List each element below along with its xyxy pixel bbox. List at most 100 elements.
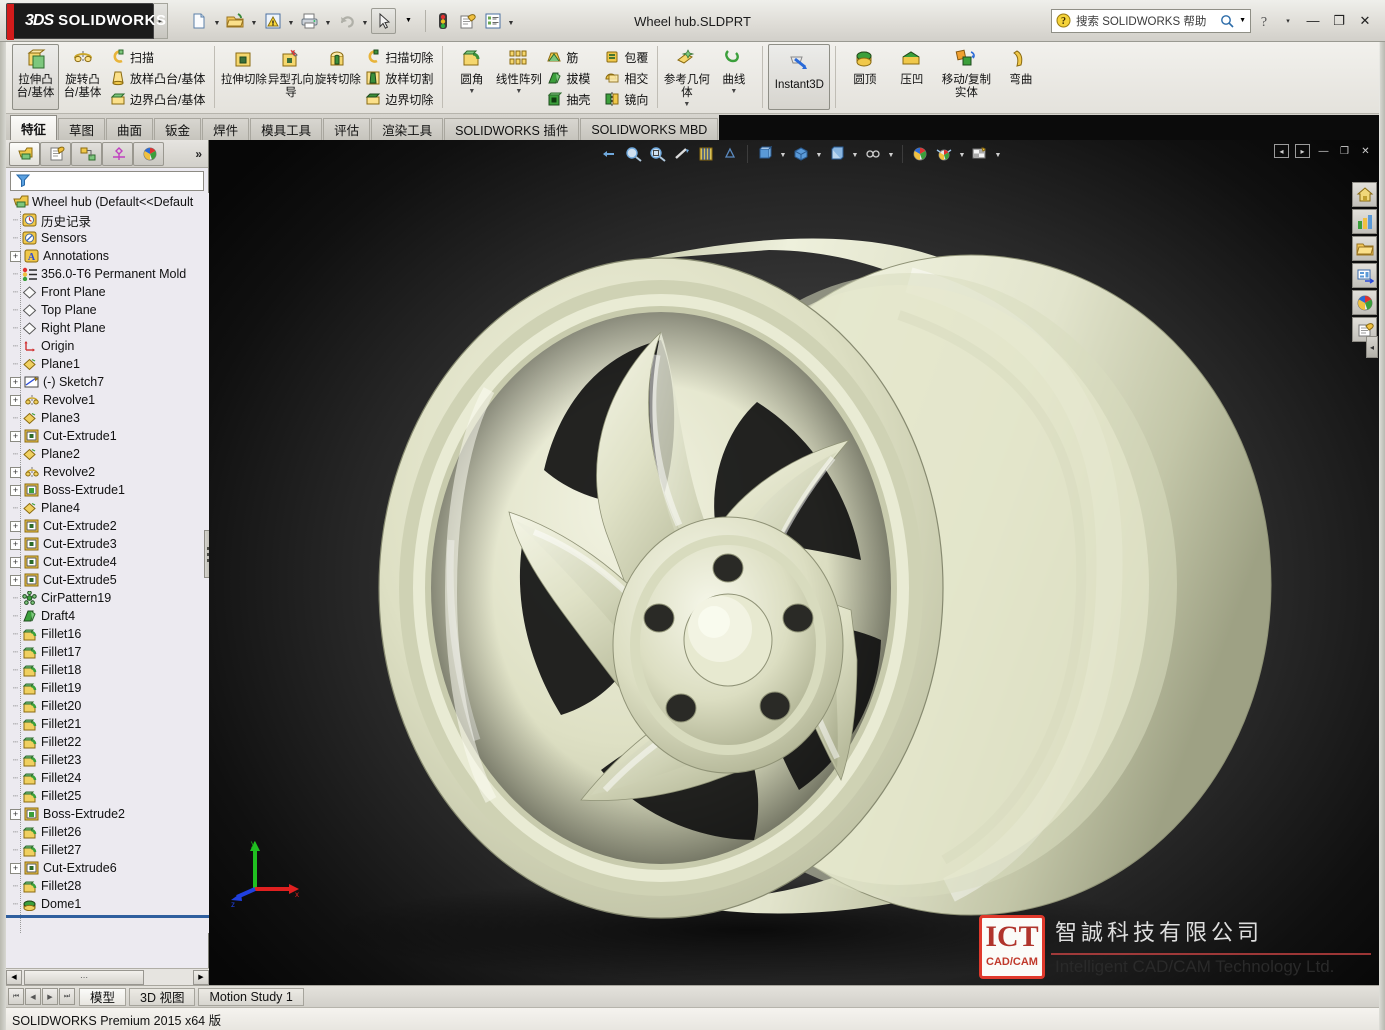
feature-tree-item[interactable]: ┄ Fillet28: [10, 877, 209, 895]
feature-tree-item[interactable]: ┄ Fillet16: [10, 625, 209, 643]
tab-mold-tools[interactable]: 模具工具: [250, 118, 323, 140]
scroll-right-arrow-icon[interactable]: ▶: [193, 969, 209, 985]
view-palette-button[interactable]: [1352, 263, 1377, 288]
reference-geometry-button[interactable]: 参考几何体 ▼: [663, 44, 710, 110]
new-document-caret-icon[interactable]: ▼: [211, 8, 223, 34]
feature-tree-item[interactable]: ┄ Fillet18: [10, 661, 209, 679]
scrollbar-thumb[interactable]: ⋯: [24, 969, 144, 985]
feature-tree-item[interactable]: ┄ Fillet20: [10, 697, 209, 715]
print-caret-icon[interactable]: ▼: [322, 8, 334, 34]
feature-tree-item[interactable]: ┄ Dome1: [10, 895, 209, 913]
reference-geometry-caret-icon[interactable]: ▼: [683, 101, 690, 108]
apply-scene-button[interactable]: [862, 143, 884, 165]
feature-tree-item[interactable]: ┄ Fillet26: [10, 823, 209, 841]
feature-tree-item[interactable]: + Cut-Extrude2: [10, 517, 209, 535]
feature-tree-item[interactable]: ┄ Fillet24: [10, 769, 209, 787]
help-caret-icon[interactable]: ▾: [1277, 10, 1299, 32]
search-input[interactable]: ? 搜索 SOLIDWORKS 帮助 ▼: [1051, 8, 1251, 33]
file-explorer-button[interactable]: [1352, 236, 1377, 261]
feature-tree-item[interactable]: + Cut-Extrude5: [10, 571, 209, 589]
graphics-area[interactable]: ▼ ▼ ▼ ▼ ▼ ▼ ◂ ▸ — ❐ ✕ y x z ◂ ICT CAD/CA…: [209, 140, 1379, 985]
tab-solidworks-mbd[interactable]: SOLIDWORKS MBD: [580, 118, 719, 140]
feature-tree-item[interactable]: ┄ Right Plane: [10, 319, 209, 337]
edit-appearance-button[interactable]: [826, 143, 848, 165]
first-tab-button[interactable]: ⏮: [8, 988, 24, 1005]
tab-motion-study-1[interactable]: Motion Study 1: [198, 987, 304, 1006]
fillet-button[interactable]: 圆角 ▼: [448, 44, 495, 110]
options-button[interactable]: [480, 8, 505, 34]
feature-manager-tab[interactable]: [9, 141, 40, 166]
tab-sketch[interactable]: 草图: [58, 118, 106, 140]
lofted-cut-button[interactable]: 放样切割: [361, 68, 437, 88]
help-button[interactable]: ?: [1253, 10, 1275, 32]
display-manager-tab[interactable]: [133, 141, 164, 166]
feature-tree-item[interactable]: ┄ Origin: [10, 337, 209, 355]
feature-tree-item[interactable]: + Cut-Extrude1: [10, 427, 209, 445]
next-tab-button[interactable]: ▶: [42, 988, 58, 1005]
tab-render-tools[interactable]: 渲染工具: [371, 118, 444, 140]
property-manager-tab[interactable]: [40, 141, 71, 166]
tab-features[interactable]: 特征: [10, 115, 58, 140]
feature-tree-item[interactable]: + Boss-Extrude2: [10, 805, 209, 823]
solidworks-logo[interactable]: 3DS SOLIDWORKS: [6, 2, 166, 40]
save-caret-icon[interactable]: ▼: [285, 8, 297, 34]
restore-down-right-button[interactable]: ▸: [1295, 144, 1310, 158]
last-tab-button[interactable]: ⏭: [59, 988, 75, 1005]
view-orientation-button[interactable]: [695, 143, 717, 165]
revolve-boss-base-button[interactable]: 旋转凸台/基体: [59, 44, 106, 110]
feature-tree-item[interactable]: + (-) Sketch7: [10, 373, 209, 391]
sweep-button[interactable]: 扫描: [106, 47, 209, 67]
section-view-button[interactable]: [671, 143, 693, 165]
feature-tree[interactable]: Wheel hub (Default<<Default ┄ 历史记录 ┄ Sensors…: [6, 193, 209, 933]
feature-tree-item[interactable]: ┄ Sensors: [10, 229, 209, 247]
draft-button[interactable]: 拔模: [542, 68, 594, 88]
extruded-cut-button[interactable]: 拉伸切除: [220, 44, 267, 110]
rebuild-button[interactable]: [430, 8, 455, 34]
feature-tree-item[interactable]: ┄ Front Plane: [10, 283, 209, 301]
tab-evaluate[interactable]: 评估: [323, 118, 371, 140]
swept-cut-button[interactable]: 扫描切除: [361, 47, 437, 67]
instant3d-button[interactable]: Instant3D: [768, 44, 831, 110]
boundary-boss-button[interactable]: 边界凸台/基体: [106, 89, 209, 109]
restore-doc-button[interactable]: ❐: [1337, 144, 1352, 158]
feature-tree-item[interactable]: ┄ Plane1: [10, 355, 209, 373]
feature-tree-filter[interactable]: [10, 171, 204, 191]
feature-tree-item[interactable]: ┄ Fillet22: [10, 733, 209, 751]
rib-button[interactable]: 筋: [542, 47, 594, 67]
feature-tree-item[interactable]: ┄ Plane3: [10, 409, 209, 427]
zoom-to-area-button[interactable]: [647, 143, 669, 165]
configuration-manager-tab[interactable]: [71, 141, 102, 166]
scroll-left-arrow-icon[interactable]: ◀: [6, 969, 22, 985]
wheel-hub-model[interactable]: [209, 140, 1379, 985]
feature-tree-item[interactable]: Wheel hub (Default<<Default: [10, 193, 209, 211]
scene-lights-caret-icon[interactable]: ▼: [957, 143, 967, 165]
extrude-boss-base-button[interactable]: 拉伸凸台/基体: [12, 44, 59, 110]
intersect-button[interactable]: 相交: [600, 68, 652, 88]
zoom-to-fit-button[interactable]: [623, 143, 645, 165]
undo-caret-icon[interactable]: ▼: [359, 8, 371, 34]
render-tools-button[interactable]: [969, 143, 991, 165]
previous-tab-button[interactable]: ◀: [25, 988, 41, 1005]
undo-button[interactable]: [334, 8, 359, 34]
feature-tree-item[interactable]: + A Annotations: [10, 247, 209, 265]
feature-tree-item[interactable]: ┄ Fillet23: [10, 751, 209, 769]
feature-tree-item[interactable]: + Revolve2: [10, 463, 209, 481]
render-tools-caret-icon[interactable]: ▼: [993, 143, 1003, 165]
indent-button[interactable]: 压凹: [888, 44, 935, 110]
close-button[interactable]: ✕: [1353, 10, 1377, 32]
orientation-extra-icon[interactable]: [719, 143, 741, 165]
feature-tree-item[interactable]: + Cut-Extrude3: [10, 535, 209, 553]
restore-down-left-button[interactable]: ◂: [1274, 144, 1289, 158]
feature-tree-item[interactable]: ┄ Plane4: [10, 499, 209, 517]
minimize-button[interactable]: —: [1301, 10, 1325, 32]
linear-pattern-caret-icon[interactable]: ▼: [515, 88, 522, 95]
curves-button[interactable]: 曲线 ▼: [710, 44, 757, 110]
feature-tree-item[interactable]: ┄ Plane2: [10, 445, 209, 463]
feature-tree-item[interactable]: ┄ 历史记录: [10, 211, 209, 229]
shell-button[interactable]: 抽壳: [542, 89, 594, 109]
feature-tree-item[interactable]: ┄ Top Plane: [10, 301, 209, 319]
close-doc-button[interactable]: ✕: [1358, 144, 1373, 158]
apply-scene-caret-icon[interactable]: ▼: [886, 143, 896, 165]
dimxpert-manager-tab[interactable]: [102, 141, 133, 166]
open-document-button[interactable]: [223, 8, 248, 34]
